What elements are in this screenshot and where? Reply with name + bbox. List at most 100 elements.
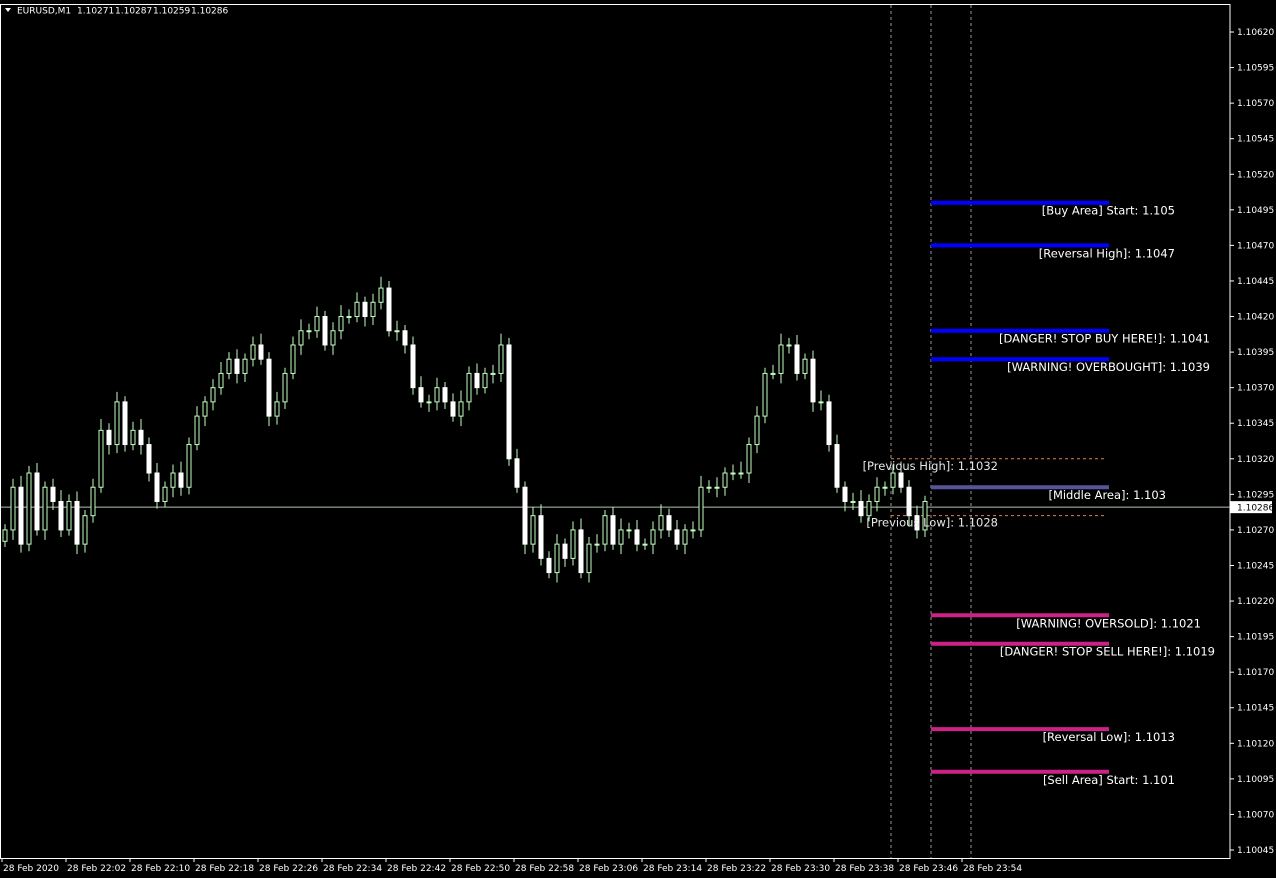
- candle-body: [890, 472, 896, 488]
- price-tick-label: 1.10520: [1237, 170, 1274, 180]
- previous-range-label: [Previous Low]: 1.1028: [866, 516, 998, 530]
- candle-body: [346, 316, 352, 319]
- candle-body: [306, 330, 312, 333]
- candle-body: [730, 472, 736, 475]
- candle-body: [426, 401, 432, 404]
- price-tick-label: 1.10145: [1237, 704, 1274, 714]
- candle-body: [154, 472, 160, 502]
- candle-body: [882, 486, 888, 489]
- candle-body: [418, 387, 424, 403]
- time-tick-label: 28 Feb 22:42: [387, 864, 446, 874]
- time-tick-label: 28 Feb 22:58: [515, 864, 574, 874]
- candle-body: [370, 301, 376, 318]
- price-tick-label: 1.10345: [1237, 419, 1274, 429]
- price-tick-label: 1.10095: [1237, 775, 1274, 785]
- candle-body: [746, 444, 752, 474]
- bull-candle: [98, 418, 104, 493]
- candle-body: [274, 401, 280, 417]
- candle-body: [146, 444, 152, 474]
- candle-body: [802, 358, 808, 374]
- candle-body: [794, 344, 800, 374]
- candle-body: [762, 372, 768, 417]
- candle-body: [682, 529, 688, 545]
- price-tick-label: 1.10070: [1237, 810, 1274, 820]
- price-tick-label: 1.10270: [1237, 526, 1274, 536]
- bear-candle: [34, 463, 40, 536]
- candle-body: [74, 500, 80, 545]
- price-tick-label: 1.10570: [1237, 99, 1274, 109]
- candle-body: [458, 401, 464, 417]
- bull-candle: [26, 465, 32, 552]
- previous-range-label: [Previous High]: 1.1032: [863, 459, 998, 473]
- time-tick-label: 28 Feb 22:26: [259, 864, 318, 874]
- candle-body: [170, 472, 176, 488]
- candle-body: [842, 486, 848, 502]
- candle-body: [714, 486, 720, 489]
- price-tick-label: 1.10220: [1237, 597, 1274, 607]
- header-open: 1.10271: [77, 7, 114, 17]
- candle-body: [362, 301, 368, 318]
- candle-body: [330, 330, 336, 346]
- price-chart[interactable]: [Previous High]: 1.1032 [Previous Low]: 1…: [0, 0, 1276, 878]
- candle-body: [858, 500, 864, 517]
- candle-body: [906, 486, 912, 517]
- candle-body: [594, 543, 600, 546]
- time-tick-label: 28 Feb 23:54: [963, 864, 1022, 874]
- candle-body: [26, 472, 32, 545]
- candle-body: [522, 486, 528, 545]
- time-tick-label: 28 Feb 23:22: [707, 864, 766, 874]
- candle-body: [242, 358, 248, 374]
- candle-body: [98, 429, 104, 488]
- price-tick-label: 1.10320: [1237, 455, 1274, 465]
- level-label: [WARNING! OVERBOUGHT]: 1.1039: [1007, 360, 1210, 374]
- candle-body: [610, 515, 616, 545]
- candle-body: [354, 301, 360, 318]
- candle-body: [442, 387, 448, 403]
- chart-background: [0, 0, 1276, 878]
- price-tick-label: 1.10595: [1237, 64, 1274, 74]
- candle-body: [82, 515, 88, 545]
- level-label: [DANGER! STOP SELL HERE!]: 1.1019: [1000, 645, 1215, 659]
- candle-body: [698, 486, 704, 531]
- candle-body: [474, 372, 480, 389]
- level-label: [Reversal Low]: 1.1013: [1043, 730, 1175, 744]
- candle-body: [138, 429, 144, 446]
- price-tick-label: 1.10245: [1237, 561, 1274, 571]
- time-tick-label: 28 Feb 2020: [3, 864, 59, 874]
- bull-candle: [186, 437, 192, 495]
- bear-candle: [506, 337, 512, 466]
- candle-body: [490, 372, 496, 375]
- candle-body: [338, 316, 344, 332]
- candle-body: [314, 316, 320, 332]
- candle-body: [706, 486, 712, 489]
- candle-body: [466, 372, 472, 403]
- candle-body: [602, 515, 608, 545]
- candle-body: [770, 372, 776, 375]
- candle-body: [778, 344, 784, 374]
- time-tick-label: 28 Feb 23:38: [835, 864, 894, 874]
- bear-candle: [826, 394, 832, 452]
- candle-body: [18, 486, 24, 545]
- price-tick-label: 1.10470: [1237, 241, 1274, 251]
- header-symbol: EURUSD,M1: [17, 7, 71, 17]
- candle-body: [658, 515, 664, 531]
- candle-body: [226, 358, 232, 374]
- candle-body: [722, 472, 728, 488]
- candle-body: [538, 515, 544, 559]
- candle-body: [850, 500, 856, 503]
- candle-body: [34, 472, 40, 531]
- candle-body: [178, 472, 184, 488]
- candle-body: [642, 543, 648, 546]
- current-price-label: 1.10286: [1237, 504, 1274, 514]
- bear-candle: [322, 310, 328, 351]
- price-tick-label: 1.10395: [1237, 348, 1274, 358]
- price-tick-label: 1.10545: [1237, 135, 1274, 145]
- candle-body: [834, 444, 840, 488]
- price-tick-label: 1.10045: [1237, 846, 1274, 856]
- price-tick-label: 1.10370: [1237, 384, 1274, 394]
- bear-candle: [266, 352, 272, 427]
- candle-body: [122, 401, 128, 446]
- level-label: [Reversal High]: 1.1047: [1039, 246, 1175, 260]
- price-tick-label: 1.10170: [1237, 668, 1274, 678]
- candle-body: [826, 401, 832, 446]
